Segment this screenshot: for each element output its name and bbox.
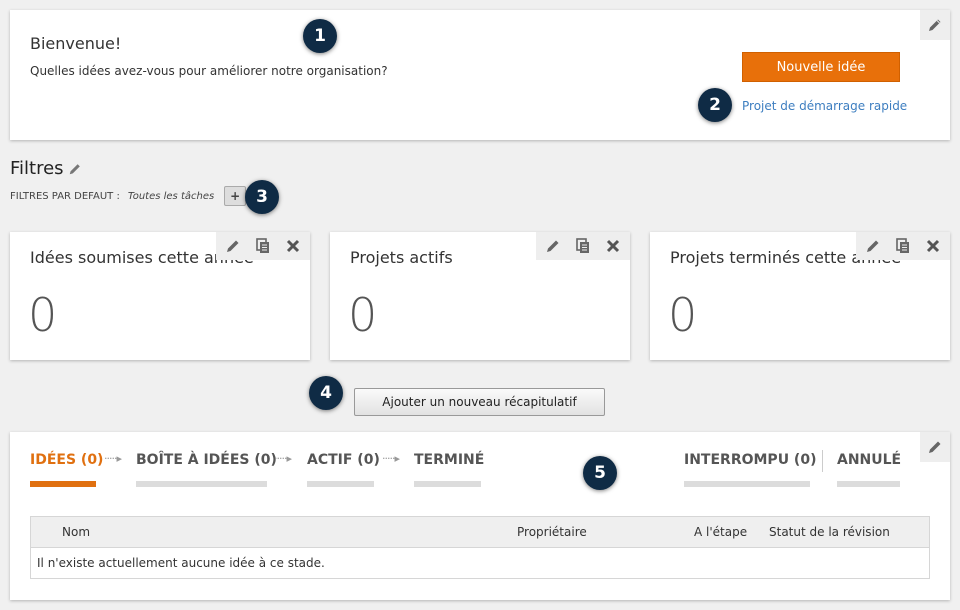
filters-title: Filtres: [10, 158, 64, 179]
new-idea-button[interactable]: Nouvelle idée: [742, 52, 900, 82]
column-stage[interactable]: A l'étape: [694, 525, 747, 539]
default-filters-label: FILTRES PAR DEFAUT :: [10, 190, 120, 202]
callout-2: 2: [698, 88, 732, 122]
column-owner[interactable]: Propriétaire: [517, 525, 587, 539]
pencil-icon[interactable]: [860, 233, 886, 259]
default-filters-value[interactable]: Toutes les tâches: [128, 191, 214, 202]
copy-icon[interactable]: [250, 233, 276, 259]
edit-welcome-button[interactable]: [920, 10, 950, 40]
default-filters-row: FILTRES PAR DEFAUT : Toutes les tâches +: [10, 186, 247, 206]
tab-ideas[interactable]: IDÉES (0): [30, 452, 103, 468]
callout-3: 3: [245, 180, 279, 214]
empty-message: Il n'existe actuellement aucune idée à c…: [37, 556, 325, 570]
welcome-panel: Bienvenue! Quelles idées avez-vous pour …: [10, 10, 950, 140]
pencil-icon[interactable]: [68, 162, 82, 176]
summary-title: Projets actifs: [350, 248, 453, 267]
summary-value: 0: [348, 288, 378, 342]
column-review-status[interactable]: Statut de la révision: [769, 525, 890, 539]
summary-value: 0: [28, 288, 58, 342]
tab-idea-box[interactable]: BOÎTE À IDÉES (0): [136, 452, 277, 468]
pencil-icon: [929, 19, 941, 31]
edit-stages-button[interactable]: [920, 432, 950, 462]
callout-4: 4: [309, 376, 343, 410]
ideas-table: Nom Propriétaire A l'étape Statut de la …: [30, 516, 930, 579]
add-summary-button[interactable]: Ajouter un nouveau récapitulatif: [354, 388, 605, 416]
table-row: Il n'existe actuellement aucune idée à c…: [31, 548, 929, 578]
tab-completed[interactable]: TERMINÉ: [414, 452, 484, 468]
stage-arrow: ·····▸: [382, 452, 400, 465]
tab-idea-box-bar: [136, 481, 267, 487]
quick-start-project-link[interactable]: Projet de démarrage rapide: [742, 99, 907, 113]
add-filter-button[interactable]: +: [224, 186, 247, 206]
welcome-subtitle: Quelles idées avez-vous pour améliorer n…: [30, 64, 388, 78]
tab-interrupted[interactable]: INTERROMPU (0): [684, 452, 816, 468]
pencil-icon: [929, 441, 941, 453]
tab-cancelled[interactable]: ANNULÉ: [837, 452, 901, 468]
welcome-title: Bienvenue!: [30, 34, 122, 53]
stage-divider: [822, 450, 823, 472]
callout-1: 1: [303, 19, 337, 53]
summary-toolbar: [216, 232, 310, 260]
pencil-icon[interactable]: [540, 233, 566, 259]
tab-active-bar: [307, 481, 374, 487]
tab-interrupted-bar: [684, 481, 810, 487]
stage-arrow: ·····▸: [274, 452, 292, 465]
summary-toolbar: [856, 232, 950, 260]
column-name[interactable]: Nom: [62, 525, 90, 539]
close-icon[interactable]: [280, 233, 306, 259]
stages-panel: IDÉES (0) ·····▸ BOÎTE À IDÉES (0) ·····…: [10, 432, 950, 600]
stage-arrow: ·····▸: [104, 452, 122, 465]
summary-card-completed-projects: Projets terminés cette année 0: [650, 232, 950, 360]
tab-active[interactable]: ACTIF (0): [307, 452, 380, 468]
tab-completed-bar: [414, 481, 481, 487]
summary-card-ideas-submitted: Idées soumises cette année 0: [10, 232, 310, 360]
callout-5: 5: [583, 456, 617, 490]
close-icon[interactable]: [920, 233, 946, 259]
close-icon[interactable]: [600, 233, 626, 259]
filters-heading: Filtres: [10, 158, 82, 179]
tab-cancelled-bar: [837, 481, 900, 487]
summary-value: 0: [668, 288, 698, 342]
copy-icon[interactable]: [570, 233, 596, 259]
pencil-icon[interactable]: [220, 233, 246, 259]
copy-icon[interactable]: [890, 233, 916, 259]
summary-toolbar: [536, 232, 630, 260]
tab-ideas-bar: [30, 481, 96, 487]
summary-card-active-projects: Projets actifs 0: [330, 232, 630, 360]
table-header: Nom Propriétaire A l'étape Statut de la …: [31, 517, 929, 548]
